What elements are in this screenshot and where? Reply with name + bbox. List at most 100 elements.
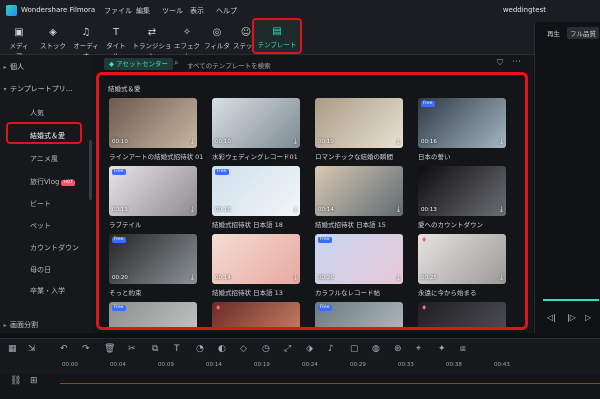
template-card[interactable]: Free 00:26 ⤓ カラフルなレコード帖 [315, 234, 403, 297]
download-icon[interactable]: ⤓ [397, 137, 400, 146]
snapshot-icon[interactable]: ▢ [350, 344, 359, 354]
prev-frame-icon[interactable]: ◁| [547, 313, 556, 322]
template-thumbnail[interactable]: Free 00:26 ⤓ [315, 234, 403, 284]
template-card[interactable]: 00:10 ⤓ 水彩ウェディングレコード01 [212, 98, 300, 161]
template-card[interactable]: ♦ [212, 302, 300, 327]
template-thumbnail[interactable]: 00:14 ⤓ [212, 234, 300, 284]
template-thumbnail[interactable]: 00:13 ⤓ [418, 166, 506, 216]
template-card[interactable]: Free 00:20 ⤓ そっと約束 [109, 234, 197, 297]
template-card[interactable]: 00:13 ⤓ 愛へのカウントダウン [418, 166, 506, 229]
download-icon[interactable]: ⤓ [294, 137, 297, 146]
template-search-input[interactable]: すべてのテンプレートを検索 [187, 60, 271, 70]
sidebar-personal[interactable]: ▸ 個人 [0, 59, 88, 75]
mask-icon[interactable]: ◍ [372, 344, 380, 354]
template-card[interactable]: ♦ 00:25 ⤓ 永遠に今から始まる [418, 234, 506, 297]
download-icon[interactable]: ⤓ [191, 273, 194, 282]
play-icon[interactable]: ▷ [585, 313, 591, 322]
download-icon[interactable]: ⤓ [191, 205, 194, 214]
tracking-icon[interactable]: ⌖ [416, 344, 421, 354]
sidebar-item-beat[interactable]: ビート [30, 199, 51, 209]
template-thumbnail[interactable]: ♦ 00:25 ⤓ [418, 234, 506, 284]
search-icon[interactable]: ⌕ [174, 58, 178, 68]
tool-stock[interactable]: ◈ ストック [40, 22, 66, 54]
tool-media[interactable]: ▣メディア [8, 22, 30, 60]
template-card[interactable]: Free 00:16 ⤓ 日本の誓い [418, 98, 506, 161]
tool-transition[interactable]: ⇄トランジション [132, 22, 172, 60]
sidebar-item-countdown[interactable]: カウントダウン [30, 243, 79, 253]
download-icon[interactable]: ⤓ [294, 205, 297, 214]
template-thumbnail[interactable]: 00:10 ⤓ [109, 98, 197, 148]
template-thumbnail[interactable]: 00:10 ⤓ [315, 98, 403, 148]
template-card[interactable]: 00:10 ⤓ ロマンチックな結婚の瞬間 [315, 98, 403, 161]
color-icon[interactable]: ◐ [218, 344, 226, 354]
template-card[interactable]: 00:14 ⤓ 結婚式招待状 日本語 15 [315, 166, 403, 229]
download-icon[interactable]: ⤓ [500, 137, 503, 146]
undo-icon[interactable]: ↶ [60, 344, 68, 354]
template-thumbnail[interactable]: Free 00:20 ⤓ [109, 234, 197, 284]
download-icon[interactable]: ⤓ [500, 273, 503, 282]
template-card[interactable]: Free 00:13 ⤓ ラブテイル [109, 166, 197, 229]
play-pause-icon[interactable]: |▷ [567, 313, 576, 322]
template-card[interactable]: ♦ [418, 302, 506, 327]
adjust-icon[interactable]: ◇ [240, 344, 247, 354]
template-card[interactable]: Free 00:16 ⤓ 結婚式招待状 日本語 18 [212, 166, 300, 229]
more-options-icon[interactable]: ⋯ [512, 57, 521, 67]
crop-icon[interactable]: ⧉ [152, 344, 158, 354]
full-quality-button[interactable]: フル品質 [567, 27, 599, 39]
expand-icon[interactable]: ⤢ [284, 344, 291, 354]
timer-icon[interactable]: ◷ [262, 344, 270, 354]
template-thumbnail[interactable]: 00:10 ⤓ [212, 98, 300, 148]
redo-icon[interactable]: ↷ [82, 344, 90, 354]
split-icon[interactable]: ⧈ [460, 344, 466, 354]
menu-edit[interactable]: 編集 [136, 6, 150, 16]
template-card[interactable]: 00:14 ⤓ 結婚式招待状 日本語 13 [212, 234, 300, 297]
menu-file[interactable]: ファイル [104, 6, 132, 16]
speed-icon[interactable]: ◔ [196, 344, 204, 354]
preview-progress-bar[interactable] [543, 299, 599, 301]
template-thumbnail[interactable]: Free 00:13 ⤓ [109, 166, 197, 216]
template-thumbnail[interactable]: Free 00:16 ⤓ [418, 98, 506, 148]
download-icon[interactable]: ⤓ [191, 137, 194, 146]
download-icon[interactable]: ⤓ [294, 273, 297, 282]
download-icon[interactable]: ⤓ [500, 205, 503, 214]
delete-icon[interactable]: 🗑 [104, 344, 115, 354]
tool-filter[interactable]: ◎フィルター [203, 22, 231, 60]
menu-view[interactable]: 表示 [190, 6, 204, 16]
sidebar-item-mothers-day[interactable]: 母の日 [30, 265, 51, 275]
sidebar-item-pet[interactable]: ペット [30, 221, 51, 231]
text-icon[interactable]: T [174, 344, 180, 354]
sidebar-item-travel-vlog[interactable]: 旅行Vlog HOT [30, 177, 76, 187]
enhance-icon[interactable]: ✦ [438, 344, 446, 354]
timeline-ruler[interactable]: 00:00 00:04 00:09 00:14 00:19 00:24 00:2… [0, 360, 600, 374]
tool-audio[interactable]: ♫オーディオ [70, 22, 102, 60]
template-thumbnail[interactable]: ♦ [418, 302, 506, 327]
template-thumbnail[interactable]: Free 00:16 ⤓ [212, 166, 300, 216]
keyframe-icon[interactable]: ⬗ [306, 344, 313, 354]
template-thumbnail[interactable]: Free [315, 302, 403, 327]
tool-title[interactable]: Tタイトル [104, 22, 128, 60]
tool-effect[interactable]: ✧エフェクト [174, 22, 200, 60]
menu-help[interactable]: ヘルプ [216, 6, 237, 16]
menu-tools[interactable]: ツール [162, 6, 183, 16]
template-thumbnail[interactable]: 00:14 ⤓ [315, 166, 403, 216]
template-thumbnail[interactable]: Free [109, 302, 197, 327]
template-thumbnail[interactable]: ♦ [212, 302, 300, 327]
sidebar-split-screen[interactable]: ▸ 画面分割 [0, 317, 88, 333]
cut-icon[interactable]: ✂ [128, 344, 136, 354]
filter-icon[interactable]: ⛉ [497, 58, 503, 68]
sidebar-item-anime[interactable]: アニメ風 [30, 154, 58, 164]
asset-center-tab[interactable]: ◆ アセットセンター [104, 58, 173, 70]
sidebar-item-graduation[interactable]: 卒業・入学 [30, 286, 65, 296]
template-card[interactable]: 00:10 ⤓ ラインアートの結婚式招待状 01 [109, 98, 203, 161]
link-icon[interactable]: ⛓ [10, 376, 21, 386]
sidebar-item-popular[interactable]: 人気 [30, 108, 44, 118]
tool-template[interactable]: ▤ テンプレート [252, 18, 302, 54]
select-tool-icon[interactable]: ⇲ [28, 344, 36, 354]
sidebar-template-presets[interactable]: ▾ テンプレートプリ... [0, 81, 88, 97]
timeline-track[interactable]: ⛓ ⊞ [0, 374, 600, 399]
download-icon[interactable]: ⤓ [397, 205, 400, 214]
track-add-icon[interactable]: ⊞ [30, 376, 38, 386]
template-card[interactable]: Free [315, 302, 403, 327]
template-card[interactable]: Free [109, 302, 197, 327]
play-tab[interactable]: 再生 [547, 28, 560, 38]
